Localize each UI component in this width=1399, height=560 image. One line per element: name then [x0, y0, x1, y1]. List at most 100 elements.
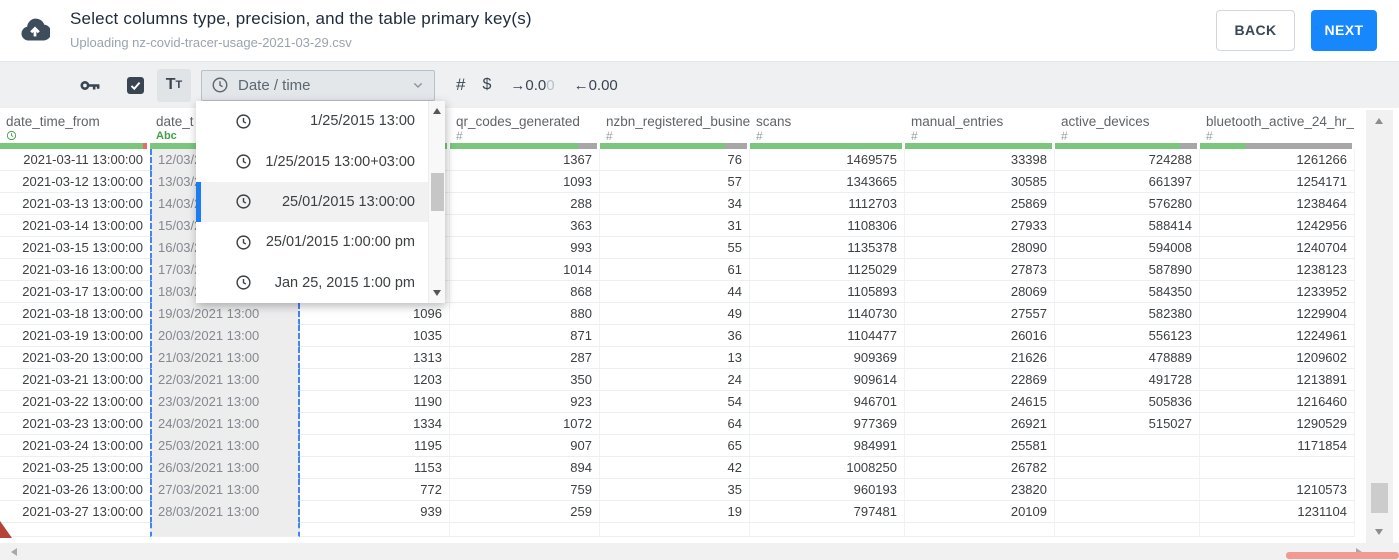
table-cell[interactable]: 868 — [450, 281, 600, 303]
scroll-down-arrow-icon[interactable] — [1375, 529, 1383, 535]
table-cell[interactable]: 1240704 — [1200, 237, 1355, 259]
table-cell[interactable]: 55 — [600, 237, 750, 259]
table-cell[interactable]: 2021-03-26 13:00:00 — [0, 479, 150, 501]
table-cell[interactable]: 36 — [600, 325, 750, 347]
table-cell[interactable]: 27/03/2021 13:00 — [150, 479, 300, 501]
table-cell[interactable]: 1195 — [300, 435, 450, 457]
table-cell[interactable]: 20109 — [905, 501, 1055, 523]
table-cell[interactable]: 26921 — [905, 413, 1055, 435]
table-cell[interactable]: 1171854 — [1200, 435, 1355, 457]
table-cell[interactable] — [1055, 479, 1200, 501]
table-cell[interactable]: 1213891 — [1200, 369, 1355, 391]
column-header-active_devices[interactable]: active_devices # — [1055, 108, 1200, 149]
table-cell[interactable]: 35 — [600, 479, 750, 501]
table-cell[interactable]: 772 — [300, 479, 450, 501]
table-cell[interactable]: 1190 — [300, 391, 450, 413]
table-cell[interactable]: 2021-03-13 13:00:00 — [0, 193, 150, 215]
table-cell[interactable]: 2021-03-12 13:00:00 — [0, 171, 150, 193]
table-cell[interactable]: 1254171 — [1200, 171, 1355, 193]
table-cell[interactable]: 1313 — [300, 347, 450, 369]
table-cell[interactable]: 64 — [600, 413, 750, 435]
table-cell[interactable]: 49 — [600, 303, 750, 325]
table-cell[interactable]: 22/03/2021 13:00 — [150, 369, 300, 391]
increase-decimals-button[interactable]: →0.00 — [510, 77, 554, 94]
include-column-checkbox[interactable] — [127, 76, 144, 94]
table-cell[interactable]: 491728 — [1055, 369, 1200, 391]
table-cell[interactable]: 1229904 — [1200, 303, 1355, 325]
table-cell[interactable]: 2021-03-14 13:00:00 — [0, 215, 150, 237]
table-cell[interactable]: 1367 — [450, 149, 600, 171]
table-cell[interactable]: 2021-03-25 13:00:00 — [0, 457, 150, 479]
currency-type-button[interactable]: $ — [482, 76, 491, 94]
table-cell[interactable]: 515027 — [1055, 413, 1200, 435]
table-cell[interactable]: 960193 — [750, 479, 905, 501]
table-cell[interactable]: 1035 — [300, 325, 450, 347]
table-cell[interactable] — [1055, 501, 1200, 523]
number-type-button[interactable]: # — [456, 75, 465, 95]
table-cell[interactable]: 1135378 — [750, 237, 905, 259]
table-cell[interactable]: 1008250 — [750, 457, 905, 479]
table-cell[interactable]: 2021-03-18 13:00:00 — [0, 303, 150, 325]
table-cell[interactable]: 2021-03-17 13:00:00 — [0, 281, 150, 303]
table-cell[interactable]: 1108306 — [750, 215, 905, 237]
table-cell[interactable]: 27873 — [905, 259, 1055, 281]
scroll-down-arrow-icon[interactable] — [433, 290, 441, 296]
table-cell[interactable]: 871 — [450, 325, 600, 347]
scroll-left-arrow-icon[interactable] — [11, 548, 17, 556]
dropdown-option[interactable]: 1/25/2015 13:00 — [196, 101, 428, 141]
dropdown-option[interactable]: 1/25/2015 13:00+03:00 — [196, 141, 428, 181]
vertical-scrollbar-thumb[interactable] — [1371, 483, 1388, 513]
table-cell[interactable]: 661397 — [1055, 171, 1200, 193]
table-cell[interactable]: 31 — [600, 215, 750, 237]
table-cell[interactable]: 582380 — [1055, 303, 1200, 325]
column-header-bluetooth_active_24_hr_[interactable]: bluetooth_active_24_hr_ # — [1200, 108, 1355, 149]
table-cell[interactable]: 24615 — [905, 391, 1055, 413]
column-header-date_time_from[interactable]: date_time_from — [0, 108, 150, 149]
table-cell[interactable]: 34 — [600, 193, 750, 215]
table-cell[interactable]: 1105893 — [750, 281, 905, 303]
table-cell[interactable]: 28069 — [905, 281, 1055, 303]
table-cell[interactable]: 1210573 — [1200, 479, 1355, 501]
table-cell[interactable]: 27933 — [905, 215, 1055, 237]
column-header-scans[interactable]: scans # — [750, 108, 905, 149]
table-cell[interactable]: 939 — [300, 501, 450, 523]
table-cell[interactable]: 28/03/2021 13:00 — [150, 501, 300, 523]
table-cell[interactable]: 19/03/2021 13:00 — [150, 303, 300, 325]
table-cell[interactable]: 25/03/2021 13:00 — [150, 435, 300, 457]
table-cell[interactable]: 576280 — [1055, 193, 1200, 215]
table-cell[interactable]: 25581 — [905, 435, 1055, 457]
table-cell[interactable]: 1290529 — [1200, 413, 1355, 435]
table-cell[interactable]: 65 — [600, 435, 750, 457]
table-cell[interactable]: 2021-03-15 13:00:00 — [0, 237, 150, 259]
table-cell[interactable]: 21/03/2021 13:00 — [150, 347, 300, 369]
table-cell[interactable] — [1055, 435, 1200, 457]
table-cell[interactable]: 44 — [600, 281, 750, 303]
table-cell[interactable]: 21626 — [905, 347, 1055, 369]
table-cell[interactable]: 1096 — [300, 303, 450, 325]
table-cell[interactable]: 19 — [600, 501, 750, 523]
table-cell[interactable]: 1469575 — [750, 149, 905, 171]
table-cell[interactable]: 2021-03-19 13:00:00 — [0, 325, 150, 347]
table-cell[interactable]: 1072 — [450, 413, 600, 435]
dropdown-option[interactable]: 25/01/2015 13:00:00 — [196, 181, 428, 223]
scroll-up-arrow-icon[interactable] — [433, 108, 441, 114]
next-button[interactable]: NEXT — [1311, 10, 1377, 51]
dropdown-option[interactable]: Jan 25, 2015 1:00 pm — [196, 263, 428, 303]
table-cell[interactable]: 724288 — [1055, 149, 1200, 171]
table-cell[interactable]: 2021-03-11 13:00:00 — [0, 149, 150, 171]
table-cell[interactable]: 594008 — [1055, 237, 1200, 259]
table-cell[interactable]: 909369 — [750, 347, 905, 369]
table-cell[interactable]: 1231104 — [1200, 501, 1355, 523]
table-cell[interactable]: 26782 — [905, 457, 1055, 479]
table-cell[interactable]: 2021-03-23 13:00:00 — [0, 413, 150, 435]
table-cell[interactable]: 26016 — [905, 325, 1055, 347]
table-cell[interactable]: 24 — [600, 369, 750, 391]
table-cell[interactable]: 993 — [450, 237, 600, 259]
table-cell[interactable]: 1233952 — [1200, 281, 1355, 303]
table-cell[interactable]: 27557 — [905, 303, 1055, 325]
column-header-manual_entries[interactable]: manual_entries # — [905, 108, 1055, 149]
table-cell[interactable]: 2021-03-24 13:00:00 — [0, 435, 150, 457]
table-cell[interactable]: 1224961 — [1200, 325, 1355, 347]
table-cell[interactable]: 588414 — [1055, 215, 1200, 237]
table-cell[interactable]: 1334 — [300, 413, 450, 435]
